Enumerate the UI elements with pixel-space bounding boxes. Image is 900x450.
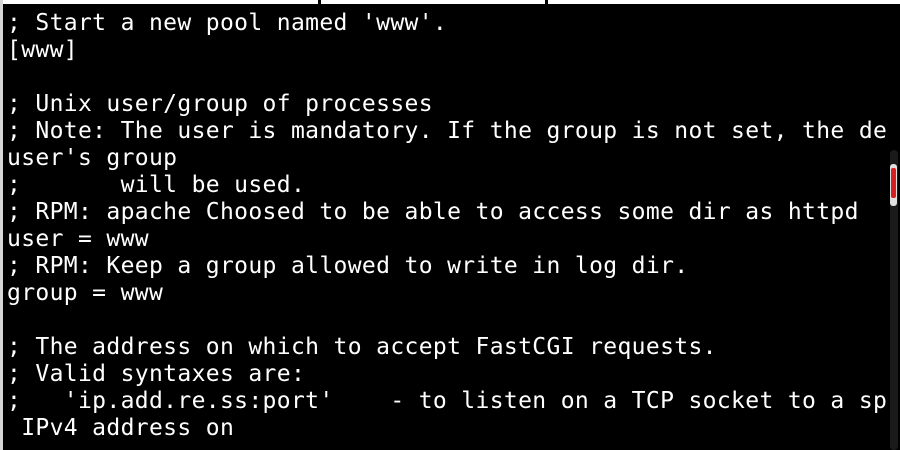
terminal-line: IPv4 address on [7,415,235,441]
terminal-line: ; RPM: Keep a group allowed to write in … [7,253,689,279]
terminal-window: ; Start a new pool named 'www'. [www] ; … [0,0,900,450]
terminal-line: , , , , [7,442,887,450]
vertical-scrollbar[interactable] [889,150,900,450]
terminal-line: ; 'ip.add.re.ss:port' - to listen on a T… [7,388,887,414]
window-left-border [0,0,3,450]
terminal-line: ; Note: The user is mandatory. If the gr… [7,118,887,144]
terminal-line: user = www [7,226,149,252]
terminal-line: [www] [7,37,78,63]
terminal-line: ; will be used. [7,172,306,198]
terminal-line: ; RPM: apache Choosed to be able to acce… [7,199,859,225]
terminal-line: user's group [7,145,178,171]
scroll-position-marker [891,168,896,198]
terminal-line: group = www [7,280,164,306]
terminal-line: ; Valid syntaxes are: [7,361,306,387]
terminal-line: ; Unix user/group of processes [7,91,433,117]
terminal-line: ; The address on which to accept FastCGI… [7,334,717,360]
terminal-line: ; Start a new pool named 'www'. [7,10,448,36]
terminal-text-area[interactable]: ; Start a new pool named 'www'. [www] ; … [7,10,887,450]
tab-divider [318,0,321,4]
tab-divider [545,0,548,4]
window-top-strip [0,0,900,4]
